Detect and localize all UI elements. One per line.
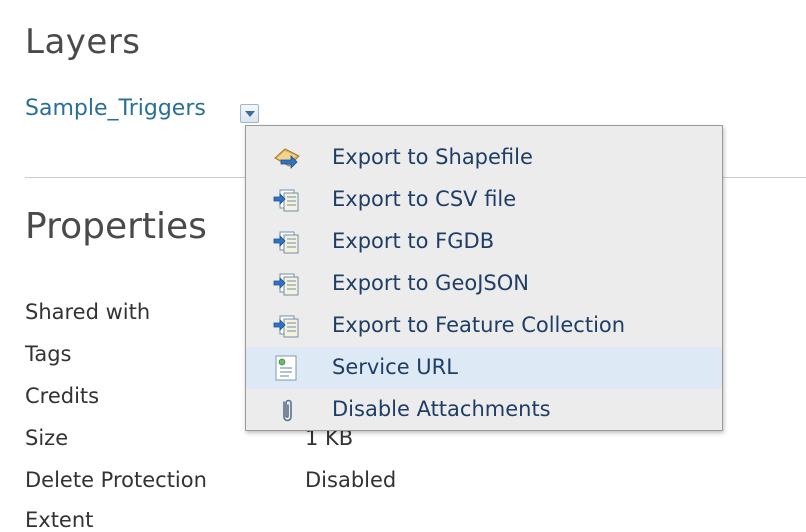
- properties-heading: Properties: [25, 206, 207, 247]
- menu-item-export-geojson[interactable]: Export to GeoJSON: [246, 263, 722, 305]
- menu-item-label: Export to CSV file: [332, 187, 517, 211]
- paperclip-icon: [283, 399, 292, 422]
- menu-item-export-fgdb[interactable]: Export to FGDB: [246, 221, 722, 263]
- menu-item-disable-attachments[interactable]: Disable Attachments: [246, 389, 722, 431]
- layer-options-menu: Export to Shapefile Export to CSV file E…: [245, 125, 723, 431]
- layer-name-link[interactable]: Sample_Triggers: [25, 96, 206, 121]
- property-value: Disabled: [305, 468, 397, 492]
- fgdb-export-icon: [273, 231, 299, 254]
- chevron-down-icon: [245, 111, 255, 117]
- menu-item-label: Export to FGDB: [332, 229, 495, 253]
- feature-collection-export-icon: [273, 315, 299, 338]
- property-label: Shared with: [25, 300, 151, 324]
- geojson-export-icon: [273, 273, 299, 296]
- menu-item-export-shapefile[interactable]: Export to Shapefile: [246, 137, 722, 179]
- property-label: Credits: [25, 384, 100, 408]
- menu-item-label: Service URL: [332, 355, 458, 379]
- property-label: Delete Protection: [25, 468, 207, 492]
- service-url-icon: [275, 355, 297, 381]
- property-label: Size: [25, 426, 69, 450]
- menu-item-service-url[interactable]: Service URL: [246, 347, 722, 389]
- property-label: Extent: [25, 508, 94, 532]
- shapefile-export-icon: [274, 148, 300, 169]
- property-label: Tags: [25, 342, 72, 366]
- menu-item-label: Export to Shapefile: [332, 145, 533, 169]
- layers-heading: Layers: [25, 22, 141, 62]
- menu-item-export-feature-collection[interactable]: Export to Feature Collection: [246, 305, 722, 347]
- menu-item-label: Export to Feature Collection: [332, 313, 626, 337]
- layer-menu-dropdown-button[interactable]: [240, 104, 259, 123]
- csv-export-icon: [273, 189, 299, 212]
- menu-item-label: Disable Attachments: [332, 397, 551, 421]
- menu-item-export-csv[interactable]: Export to CSV file: [246, 179, 722, 221]
- menu-item-label: Export to GeoJSON: [332, 271, 529, 295]
